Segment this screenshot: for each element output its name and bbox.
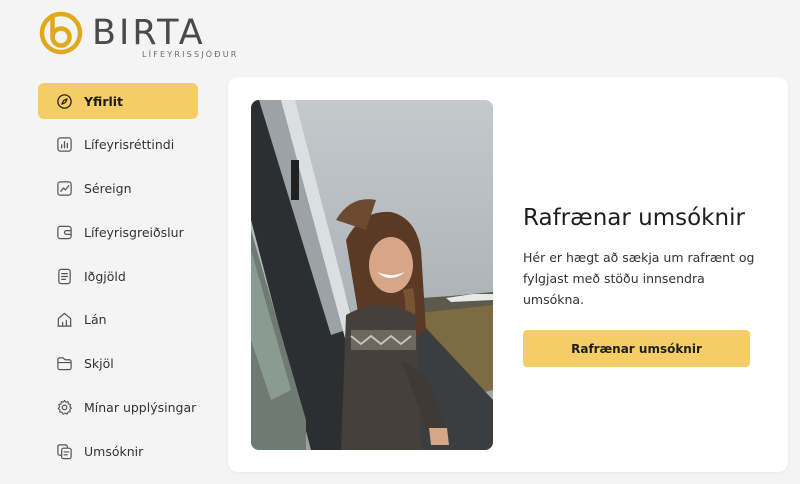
sidebar-item-lifeyrisgreidslur[interactable]: Lífeyrisgreiðslur [38, 214, 198, 250]
gear-icon [55, 399, 73, 417]
sidebar-item-label: Mínar upplýsingar [84, 400, 197, 416]
sidebar-item-skjol[interactable]: Skjöl [38, 346, 198, 382]
sidebar-item-idgjold[interactable]: Iðgjöld [38, 258, 198, 294]
sidebar-item-label: Umsóknir [84, 443, 144, 459]
brand-name: BIRTA [92, 13, 206, 53]
sidebar-item-lifeyrisrettindi[interactable]: Lífeyrisréttindi [38, 127, 198, 163]
copy-documents-icon [55, 442, 73, 460]
sidebar-item-label: Lífeyrisgreiðslur [84, 224, 184, 240]
trend-chart-icon [55, 180, 73, 198]
card-content: Rafrænar umsóknir Hér er hægt að sækja u… [523, 203, 763, 367]
compass-icon [55, 92, 73, 110]
sidebar-item-sereign[interactable]: Séreign [38, 171, 198, 207]
birta-logo-icon [39, 11, 83, 55]
sidebar-item-label: Yfirlit [84, 93, 124, 109]
brand-logo[interactable]: BIRTA LÍFEYRISSJÓÐUR [38, 10, 238, 62]
sidebar-item-lan[interactable]: Lán [38, 302, 198, 338]
sidebar-item-label: Lífeyrisréttindi [84, 137, 175, 153]
card-description: Hér er hægt að sækja um rafrænt og fylgj… [523, 250, 755, 307]
house-icon [55, 311, 73, 329]
sidebar-item-label: Lán [84, 312, 107, 328]
wallet-icon [55, 223, 73, 241]
sidebar-item-minar-upplysingar[interactable]: Mínar upplýsingar [38, 390, 198, 426]
sidebar-item-yfirlit[interactable]: Yfirlit [38, 83, 198, 119]
folder-icon [55, 355, 73, 373]
brand-tagline: LÍFEYRISSJÓÐUR [142, 50, 239, 59]
sidebar-item-label: Skjöl [84, 356, 114, 372]
hero-photo [251, 100, 493, 450]
document-list-icon [55, 267, 73, 285]
sidebar-item-label: Séreign [84, 181, 132, 197]
card-heading: Rafrænar umsóknir [523, 205, 745, 231]
applications-card: Rafrænar umsóknir Hér er hægt að sækja u… [228, 77, 788, 472]
bar-chart-icon [55, 136, 73, 154]
sidebar-item-umsoknir[interactable]: Umsóknir [38, 433, 198, 469]
sidebar-nav: Yfirlit Lífeyrisréttindi Séreign Lífeyri… [38, 83, 198, 477]
sidebar-item-label: Iðgjöld [84, 268, 126, 284]
electronic-applications-button[interactable]: Rafrænar umsóknir [523, 330, 750, 367]
